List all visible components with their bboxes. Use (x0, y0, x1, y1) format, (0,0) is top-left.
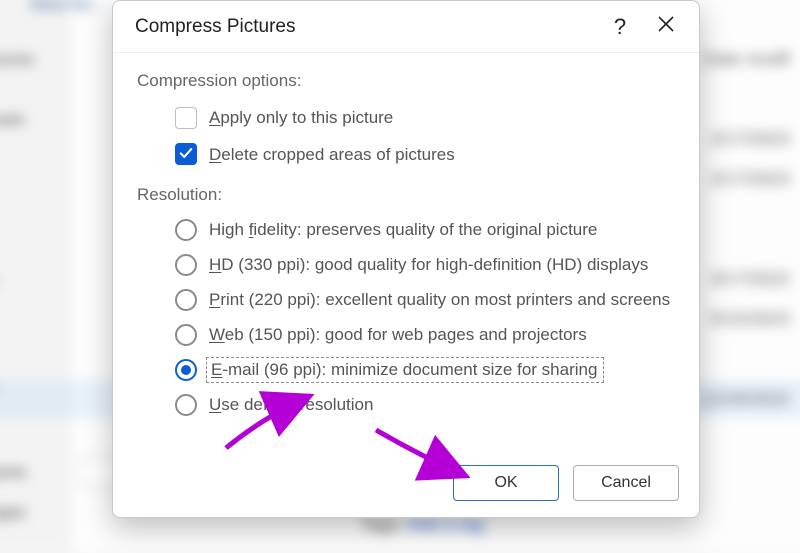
radio-label: E-mail (96 ppi): minimize document size … (209, 360, 601, 380)
compress-pictures-dialog: Compress Pictures ? Compression options:… (112, 0, 700, 518)
radio-web[interactable]: Web (150 ppi): good for web pages and pr… (137, 320, 675, 350)
radio-input[interactable] (175, 289, 197, 311)
radio-hd[interactable]: HD (330 ppi): good quality for high-defi… (137, 250, 675, 280)
radio-label: Use default resolution (209, 395, 373, 415)
check-icon (179, 142, 193, 168)
delete-cropped-label: Delete cropped areas of pictures (209, 142, 455, 168)
dialog-content: Compression options: Apply only to this … (113, 53, 699, 455)
apply-only-checkbox[interactable] (175, 107, 197, 129)
dialog-titlebar: Compress Pictures ? (113, 1, 699, 53)
bg-type-label: type: (0, 502, 29, 523)
radio-input[interactable] (175, 219, 197, 241)
radio-label: High fidelity: preserves quality of the … (209, 220, 597, 240)
apply-only-row[interactable]: Apply only to this picture (137, 101, 675, 135)
ok-button[interactable]: OK (453, 465, 559, 501)
help-button[interactable]: ? (597, 7, 643, 47)
radio-high-fidelity[interactable]: High fidelity: preserves quality of the … (137, 215, 675, 245)
radio-email[interactable]: E-mail (96 ppi): minimize document size … (137, 355, 675, 385)
resolution-label: Resolution: (137, 185, 675, 205)
radio-input[interactable] (175, 254, 197, 276)
radio-input[interactable] (175, 324, 197, 346)
bg-name-label: ame: (0, 462, 30, 483)
dialog-button-row: OK Cancel (113, 455, 699, 517)
radio-default[interactable]: Use default resolution (137, 390, 675, 420)
radio-label: Web (150 ppi): good for web pages and pr… (209, 325, 587, 345)
apply-only-label: Apply only to this picture (209, 105, 393, 131)
radio-input[interactable] (175, 359, 197, 381)
delete-cropped-checkbox[interactable] (175, 143, 197, 165)
radio-input[interactable] (175, 394, 197, 416)
radio-label: HD (330 ppi): good quality for high-defi… (209, 255, 648, 275)
bg-new-folder: New fol... (30, 0, 105, 15)
close-button[interactable] (643, 7, 689, 47)
radio-print[interactable]: Print (220 ppi): excellent quality on mo… (137, 285, 675, 315)
close-icon (658, 16, 674, 37)
cancel-button[interactable]: Cancel (573, 465, 679, 501)
dialog-title: Compress Pictures (135, 16, 597, 38)
radio-label: Print (220 ppi): excellent quality on mo… (209, 290, 670, 310)
compression-options-label: Compression options: (137, 71, 675, 91)
delete-cropped-row[interactable]: Delete cropped areas of pictures (137, 138, 675, 172)
